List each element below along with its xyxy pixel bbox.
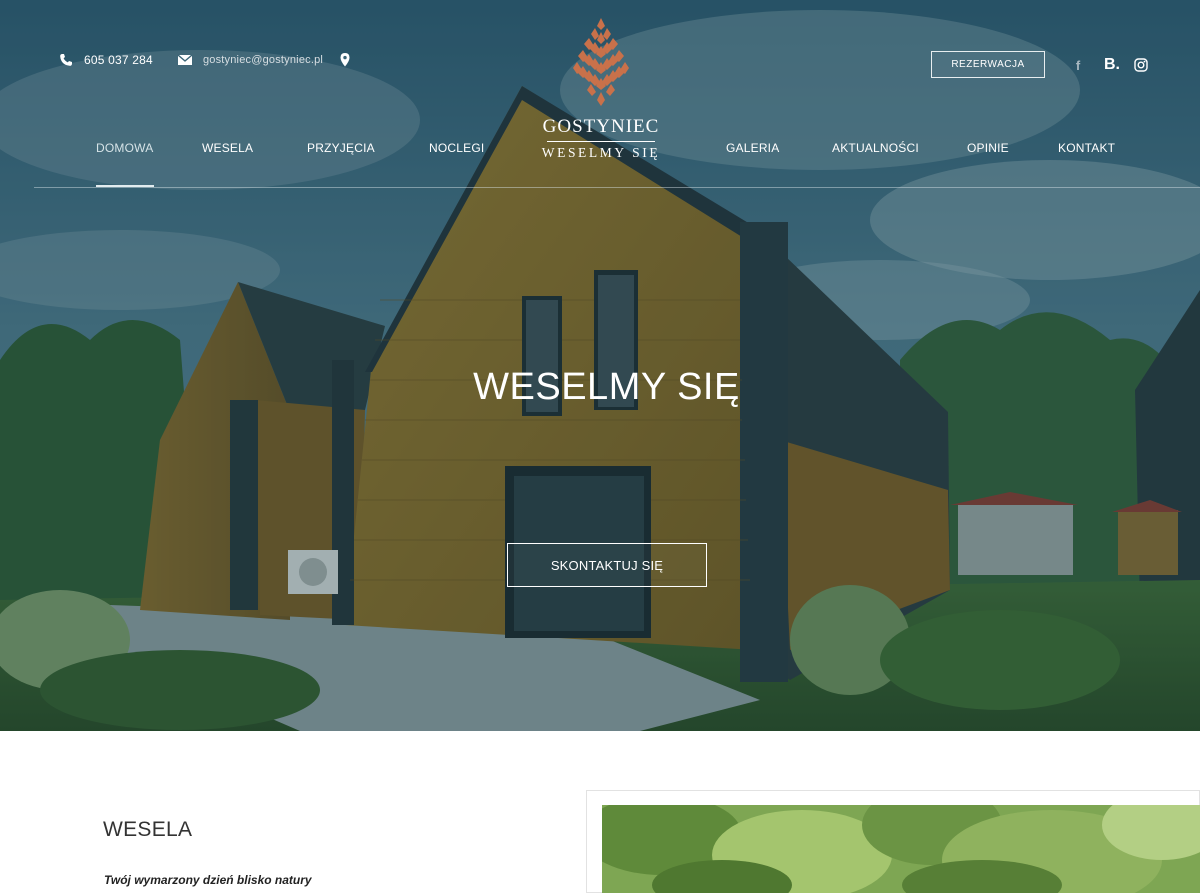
main-navigation: DOMOWA WESELA PRZYJĘCIA NOCLEGI GALERIA … — [0, 141, 1200, 157]
nav-item-wesela[interactable]: WESELA — [202, 141, 253, 155]
reservation-button[interactable]: REZERWACJA — [931, 51, 1045, 78]
email-address[interactable]: gostyniec@gostyniec.pl — [203, 54, 323, 66]
nav-item-galeria[interactable]: GALERIA — [726, 141, 779, 155]
phone-icon[interactable] — [58, 52, 74, 68]
nav-item-noclegi[interactable]: NOCLEGI — [429, 141, 484, 155]
email-icon[interactable] — [177, 52, 193, 68]
booking-icon[interactable]: B. — [1104, 56, 1120, 74]
social-links: f B. — [1070, 56, 1148, 74]
instagram-icon[interactable] — [1134, 58, 1148, 72]
pine-cone-icon — [573, 18, 629, 106]
hero-title: WESELMY SIĘ — [473, 366, 740, 408]
nav-item-domowa[interactable]: DOMOWA — [96, 141, 153, 155]
logo-brand: GOSTYNIEC — [542, 116, 660, 137]
phone-number[interactable]: 605 037 284 — [84, 53, 153, 67]
wedding-photo — [602, 805, 1200, 893]
nav-item-kontakt[interactable]: KONTAKT — [1058, 141, 1115, 155]
nav-item-opinie[interactable]: OPINIE — [967, 141, 1009, 155]
facebook-icon[interactable]: f — [1070, 58, 1086, 73]
map-pin-icon[interactable] — [337, 52, 353, 68]
nav-item-aktualnosci[interactable]: AKTUALNOŚCI — [832, 141, 919, 155]
contact-cta-button[interactable]: SKONTAKTUJ SIĘ — [507, 543, 707, 587]
nav-active-indicator — [96, 185, 154, 187]
contact-bar: 605 037 284 gostyniec@gostyniec.pl — [58, 48, 353, 72]
section-subheading: Twój wymarzony dzień blisko natury — [104, 873, 312, 887]
nav-item-przyjecia[interactable]: PRZYJĘCIA — [307, 141, 375, 155]
section-heading: WESELA — [103, 818, 193, 841]
nav-divider — [34, 187, 1200, 188]
